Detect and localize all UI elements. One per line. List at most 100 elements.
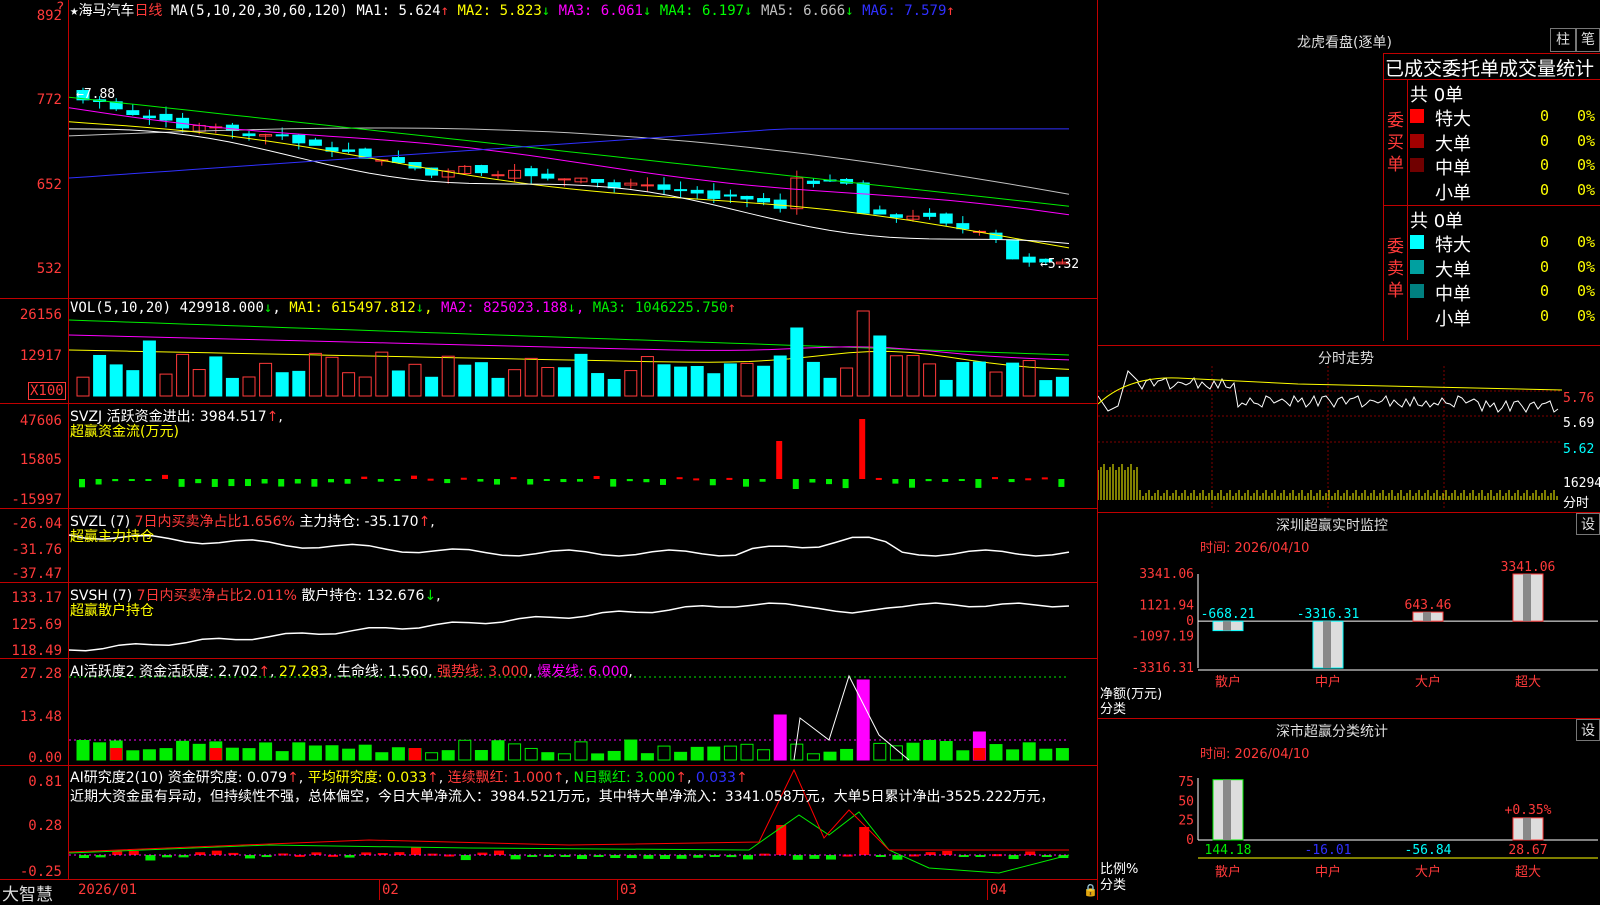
lock-icon[interactable]: 🔒	[1083, 883, 1098, 897]
sz-class-pct-label: +0.35%	[1505, 803, 1552, 818]
svzj-bar	[444, 479, 451, 484]
ai-research-bar	[494, 850, 504, 855]
pen-mode-button[interactable]: 笔	[1576, 28, 1600, 52]
svzj-bar	[975, 479, 982, 488]
volume-bar	[225, 377, 239, 397]
date-divider	[379, 880, 380, 900]
sz-monitor-y-tick: 1121.94	[1139, 598, 1194, 613]
sz-monitor-settings-button[interactable]: 设	[1576, 513, 1600, 535]
sz-class-value-label: -56.84	[1405, 843, 1452, 858]
svzj-bar	[311, 479, 318, 487]
order-type-label: 特大	[1435, 235, 1471, 256]
ai-active-bar	[1022, 742, 1036, 761]
y-tick: 652	[36, 177, 62, 193]
svzj-bar	[776, 441, 783, 479]
sz-monitor-chart: 3341.06 1121.940-1097.19 -3316.31 -668.21 散户…	[1131, 560, 1598, 690]
ai-active-bar	[192, 743, 206, 761]
candle-body	[591, 179, 605, 183]
ai-active-bar	[640, 753, 654, 761]
dragon-tiger-subtitle: 已成交委托单成交量统计	[1385, 58, 1595, 80]
date-tick: 04	[990, 882, 1007, 898]
y-tick: 0.28	[28, 818, 62, 834]
vol-ma1: MA1: 615497.812↓,	[289, 300, 433, 316]
ai-active-bar	[142, 749, 156, 761]
volume-bar	[192, 369, 206, 397]
volume-bar	[441, 355, 455, 397]
ai-research-bar	[809, 855, 820, 859]
order-count: 0	[1540, 233, 1550, 251]
volume-bar	[242, 376, 256, 397]
vol-unit-label: X100	[28, 382, 66, 400]
sz-class-settings-button[interactable]: 设	[1576, 719, 1600, 741]
ai-research-bar	[676, 855, 687, 859]
svzj-bar	[178, 479, 185, 487]
svzj-bar	[411, 475, 417, 479]
ai-active-bars	[76, 674, 1069, 761]
sz-class-time: 时间: 2026/04/10	[1200, 747, 1310, 762]
volume-bar	[541, 367, 555, 397]
panel-divider	[0, 879, 1097, 880]
svzj-bar	[809, 479, 816, 483]
svzj-bar	[328, 479, 334, 483]
volume-bar	[508, 369, 522, 397]
ma-value-6: MA6: 7.579↑	[862, 3, 955, 19]
y-tick: 0.81	[28, 774, 62, 790]
bar-mode-button[interactable]: 柱	[1550, 28, 1576, 52]
y-tick: 892	[36, 8, 62, 24]
candle-body	[740, 195, 754, 200]
ai-active-bar	[939, 740, 953, 761]
sz-class-value-label: 144.18	[1205, 843, 1252, 858]
period-label[interactable]: 日线	[134, 3, 162, 19]
sell-side-label: 委卖单	[1387, 237, 1404, 301]
intraday-chart[interactable]	[1098, 366, 1562, 510]
order-count: 0	[1540, 156, 1550, 174]
ai-research-bar	[1025, 851, 1036, 855]
candle-body	[308, 139, 322, 146]
svzj-bar	[942, 479, 949, 482]
volume-bar	[939, 379, 953, 397]
volume-bar	[823, 377, 837, 397]
volume-bar	[275, 372, 289, 397]
app-brand[interactable]: 大智慧	[2, 880, 53, 905]
svzj-bar	[560, 479, 567, 483]
svzj-bar	[245, 479, 251, 487]
ai-active-bar	[242, 748, 256, 761]
y-tick: 15805	[19, 452, 62, 468]
menu-arrow-icon[interactable]: ?	[56, 0, 64, 16]
ai-active-bar	[906, 742, 920, 761]
sz-class-y-tick: 50	[1178, 794, 1194, 809]
order-color-swatch	[1410, 284, 1424, 298]
candle-body	[524, 168, 538, 177]
sz-class-category: 散户	[1215, 864, 1241, 880]
svzj-bar	[510, 477, 517, 480]
ai-active-bar	[159, 748, 173, 761]
sz-monitor-xlabel: 分类	[1100, 702, 1127, 717]
ai-research-bar	[660, 855, 670, 860]
volume-bar	[624, 370, 638, 397]
ai-active-bar	[342, 748, 356, 761]
ma6-line	[69, 128, 1069, 179]
volume-bar	[491, 377, 505, 397]
stock-name[interactable]: 海马汽车	[78, 3, 134, 19]
svzj-bar	[211, 479, 218, 487]
ai-research-bar	[112, 851, 123, 855]
candle-body	[1006, 239, 1020, 260]
vol-ma2: MA2: 825023.188↓,	[440, 300, 585, 316]
indicator-lines	[69, 534, 1070, 741]
y-tick: 27.28	[19, 666, 62, 682]
kline-charts-svg[interactable]	[69, 0, 1097, 879]
y-tick: 532	[36, 261, 62, 277]
svzj-bar	[112, 479, 119, 482]
ai-active-bar	[923, 739, 937, 761]
order-pct: 0%	[1577, 107, 1596, 125]
ai-active-bar	[225, 747, 239, 761]
ai-active-bar	[823, 751, 837, 761]
order-pct: 0%	[1577, 156, 1596, 174]
volume-bar	[391, 370, 405, 397]
ai-active-bar	[375, 752, 389, 761]
candle-body	[674, 189, 688, 192]
y-tick: -0.25	[19, 864, 62, 880]
ai-active-bar	[840, 748, 854, 761]
sz-monitor-category: 中户	[1315, 674, 1341, 690]
volume-bar	[790, 327, 804, 397]
